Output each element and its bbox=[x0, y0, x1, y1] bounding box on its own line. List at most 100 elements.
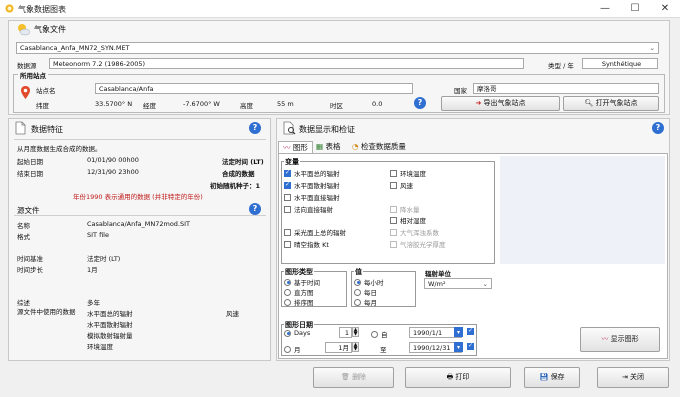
site-help-icon[interactable]: ? bbox=[414, 97, 426, 109]
days-field[interactable]: 1 bbox=[339, 327, 352, 338]
export-site-button[interactable]: ➜ 导出气象站点 bbox=[441, 96, 560, 111]
var-checkbox-beam-horizontal[interactable]: 水平面直接辐射 bbox=[284, 192, 340, 202]
checkbox[interactable] bbox=[284, 181, 291, 189]
delete-label: 删除 bbox=[352, 373, 367, 381]
export-site-label: 导出气象站点 bbox=[483, 99, 526, 107]
var-checkbox-beam-normal[interactable]: 法向直接辐射 bbox=[284, 204, 333, 214]
month-spinner[interactable]: ▲ ▼ bbox=[352, 342, 359, 352]
window-title: 气象数据图表 bbox=[18, 5, 66, 14]
minimize-button[interactable]: — bbox=[590, 0, 620, 18]
var-checkbox-relative-humidity[interactable]: 相对湿度 bbox=[390, 215, 426, 225]
radio[interactable] bbox=[354, 298, 361, 306]
calendar-dropdown-icon[interactable]: ▾ bbox=[454, 327, 463, 337]
print-button[interactable]: 🖶 打印 bbox=[405, 367, 511, 388]
source-format-value: SIT file bbox=[87, 231, 109, 239]
value-daily[interactable]: 每日 bbox=[354, 287, 377, 297]
var-checkbox-precipitation: 降水量 bbox=[390, 204, 420, 214]
source-field[interactable]: Meteonorm 7.2 (1986-2005) bbox=[49, 58, 524, 69]
site-group-title: 所用站点 bbox=[18, 70, 48, 80]
country-label: 国家 bbox=[454, 87, 467, 95]
tab-graph[interactable]: 〰 图形 bbox=[278, 141, 313, 153]
save-button[interactable]: 💾︎ 保存 bbox=[524, 367, 580, 388]
radio[interactable] bbox=[284, 345, 291, 353]
close-button[interactable]: ⇥ 关闭 bbox=[597, 367, 669, 388]
var-label: 气溶胶光学厚度 bbox=[400, 241, 446, 249]
from-date-checkbox[interactable] bbox=[467, 327, 474, 335]
tab-quality[interactable]: ◔ 检查数据质量 bbox=[348, 141, 410, 153]
var-checkbox-wind-speed[interactable]: 风速 bbox=[390, 180, 413, 190]
radio[interactable] bbox=[354, 288, 361, 296]
start-date-value: 01/01/90 00h00 bbox=[87, 156, 139, 164]
source-var-item: 模拟散射辐射量 bbox=[87, 332, 133, 340]
radio[interactable] bbox=[284, 288, 291, 296]
checkbox[interactable] bbox=[467, 327, 474, 335]
radio[interactable] bbox=[371, 330, 378, 338]
var-checkbox-global-incident[interactable]: 采光面上总的辐射 bbox=[284, 227, 346, 237]
dates-days-radio[interactable]: Days bbox=[284, 329, 310, 337]
type-year-field[interactable]: Synthétique bbox=[582, 58, 658, 69]
checkbox[interactable] bbox=[467, 342, 474, 350]
source-file-help-icon[interactable]: ? bbox=[249, 203, 261, 215]
var-label: 水平面散射辐射 bbox=[294, 182, 340, 190]
data-features-help-icon[interactable]: ? bbox=[249, 122, 261, 134]
meteo-file-select[interactable]: Casablanca_Anfa_MN72_SYN.MET ⌄ bbox=[16, 42, 659, 54]
type-year-label: 类型 / 年 bbox=[548, 62, 574, 70]
radiation-unit-select[interactable]: W/m² ⌄ bbox=[424, 278, 492, 289]
checkbox[interactable] bbox=[284, 205, 291, 213]
close-window-button[interactable]: ✕ bbox=[650, 0, 680, 18]
checkbox[interactable] bbox=[284, 228, 291, 236]
graph-type-title: 图形类型 bbox=[284, 267, 314, 277]
checkbox[interactable] bbox=[390, 169, 397, 177]
radio[interactable] bbox=[354, 278, 361, 286]
delete-button[interactable]: 🗑︎ 删除 bbox=[313, 367, 394, 388]
search-icon: 🔍︎ bbox=[584, 99, 594, 107]
maximize-button[interactable]: ☐ bbox=[620, 0, 650, 18]
var-checkbox-ambient-temp[interactable]: 环境温度 bbox=[390, 168, 426, 178]
calendar-dropdown-icon[interactable]: ▾ bbox=[454, 342, 463, 352]
data-features-panel bbox=[8, 118, 271, 361]
variables-used-label: 源文件中使用的数据 bbox=[17, 308, 76, 316]
checkbox[interactable] bbox=[284, 240, 291, 248]
latitude-value: 33.5700° N bbox=[95, 100, 133, 108]
month-field[interactable]: 1月 bbox=[325, 342, 352, 353]
checkbox[interactable] bbox=[390, 181, 397, 189]
dates-month-radio[interactable]: 月 bbox=[284, 344, 301, 354]
value-monthly[interactable]: 每月 bbox=[354, 297, 377, 307]
print-label: 打印 bbox=[455, 373, 470, 381]
graph-type-time[interactable]: 基于时间 bbox=[284, 277, 320, 287]
var-label: 降水量 bbox=[400, 206, 420, 214]
radio[interactable] bbox=[284, 278, 291, 286]
graph-type-histogram[interactable]: 直方图 bbox=[284, 287, 314, 297]
radio-label: 排序图 bbox=[294, 299, 314, 307]
weather-icon bbox=[16, 22, 31, 38]
summary-value: 多年 bbox=[87, 299, 100, 307]
country-field[interactable]: 摩洛哥 bbox=[473, 83, 659, 94]
graph-type-sorted[interactable]: 排序图 bbox=[284, 297, 314, 307]
to-date-checkbox[interactable] bbox=[467, 342, 474, 350]
checkbox[interactable] bbox=[284, 169, 291, 177]
var-checkbox-clearness-index[interactable]: 晴空指数 Kt bbox=[284, 239, 329, 249]
radio[interactable] bbox=[284, 298, 291, 306]
source-format-label: 格式 bbox=[17, 233, 30, 241]
days-spinner[interactable]: ▲ ▼ bbox=[352, 327, 359, 337]
radio[interactable] bbox=[284, 329, 291, 337]
var-checkbox-aerosol-depth: 气溶胶光学厚度 bbox=[390, 239, 446, 249]
radio-label: 每月 bbox=[364, 299, 377, 307]
tab-table[interactable]: ▦ 表格 bbox=[312, 141, 344, 153]
open-site-button[interactable]: 🔍︎ 打开气象站点 bbox=[563, 96, 659, 111]
checkbox[interactable] bbox=[284, 193, 291, 201]
display-help-icon[interactable]: ? bbox=[652, 122, 664, 134]
radiation-unit-value: W/m² bbox=[428, 280, 446, 288]
var-checkbox-global-horizontal[interactable]: 水平面总的辐射 bbox=[284, 168, 340, 178]
radiation-unit-title: 辐射单位 bbox=[425, 270, 451, 278]
checkbox[interactable] bbox=[390, 216, 397, 224]
graph-icon: 〰 bbox=[601, 335, 609, 343]
value-hourly[interactable]: 每小时 bbox=[354, 277, 384, 287]
site-name-field[interactable]: Casablanca/Anfa bbox=[95, 83, 413, 94]
show-graph-button[interactable]: 〰 显示图形 bbox=[580, 327, 660, 352]
source-name-value: Casablanca/Anfa_MN72mod.SIT bbox=[87, 220, 191, 228]
data-features-title: 数据特征 bbox=[31, 125, 63, 134]
altitude-value: 55 m bbox=[277, 100, 294, 108]
dates-from-radio[interactable]: 自 bbox=[371, 329, 388, 339]
var-checkbox-diffuse-horizontal[interactable]: 水平面散射辐射 bbox=[284, 180, 340, 190]
